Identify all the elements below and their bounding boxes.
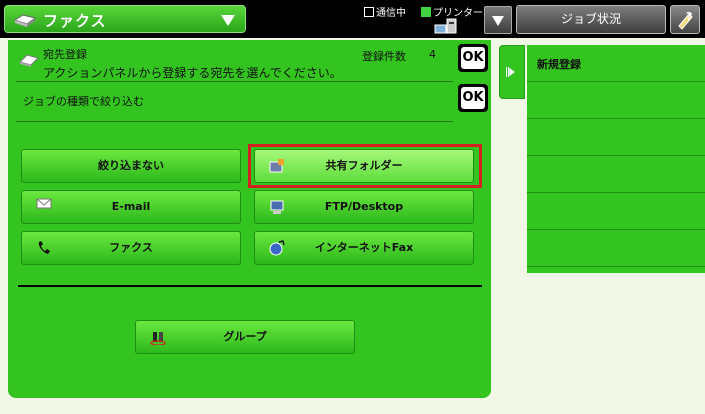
status-comm-label: 通信中: [376, 8, 406, 19]
filter-email-button[interactable]: E-mail: [21, 190, 241, 224]
ok-label: OK: [461, 47, 485, 69]
internet-fax-icon: [269, 240, 285, 256]
checkbox-icon: [364, 7, 374, 17]
address-book-icon: [19, 54, 39, 67]
action-item[interactable]: [527, 82, 705, 119]
divider: [16, 121, 453, 122]
status-comm: 通信中: [364, 4, 406, 19]
mode-select[interactable]: ファクス: [4, 5, 246, 33]
envelope-icon: [36, 198, 52, 209]
count-value: 4: [429, 48, 436, 61]
group-label: グループ: [223, 330, 267, 343]
instruction-text: アクションパネルから登録する宛先を選んでください。: [43, 66, 342, 80]
filter-internet-fax-button[interactable]: インターネットFax: [254, 231, 474, 265]
action-item[interactable]: [527, 230, 705, 267]
collapse-bar: [506, 67, 507, 77]
action-item[interactable]: [527, 156, 705, 193]
filter-internet-fax-label: インターネットFax: [314, 241, 414, 254]
group-icon: [150, 332, 166, 345]
help-button[interactable]: ?: [670, 5, 700, 34]
action-item-label: 新規登録: [537, 58, 581, 71]
svg-text:?: ?: [686, 10, 692, 23]
action-panel-toggle[interactable]: [499, 45, 525, 99]
count-label: 登録件数: [362, 50, 406, 63]
chevron-right-icon: [508, 67, 515, 77]
filter-email-label: E-mail: [111, 200, 151, 213]
phone-icon: [38, 241, 50, 254]
help-icon: ?: [678, 10, 693, 30]
filter-ftp-desktop-label: FTP/Desktop: [324, 200, 404, 213]
filter-ftp-desktop-button[interactable]: FTP/Desktop: [254, 190, 474, 224]
job-status-button[interactable]: ジョブ状況: [516, 5, 666, 34]
chevron-down-icon: [221, 15, 235, 26]
divider: [18, 285, 482, 287]
group-button[interactable]: グループ: [135, 320, 355, 354]
filter-none-button[interactable]: 絞り込まない: [21, 149, 241, 183]
filter-shared-folder-label: 共有フォルダー: [325, 159, 403, 172]
checkbox-checked-icon: [421, 7, 431, 17]
section-title: 宛先登録: [43, 48, 87, 61]
ok-label: OK: [461, 87, 485, 109]
ok-button-filter[interactable]: OK: [458, 84, 488, 112]
status-dropdown-button[interactable]: [484, 6, 512, 34]
action-panel: 新規登録: [527, 45, 705, 273]
shared-folder-icon: [269, 159, 284, 173]
filter-none-label: 絞り込まない: [98, 159, 164, 172]
filter-fax-button[interactable]: ファクス: [21, 231, 241, 265]
action-item[interactable]: [527, 193, 705, 230]
mode-label: ファクス: [43, 12, 107, 30]
ftp-desktop-icon: [270, 200, 284, 214]
filter-title: ジョブの種類で絞り込む: [23, 95, 144, 108]
ok-button-register[interactable]: OK: [458, 44, 488, 72]
action-item[interactable]: [527, 119, 705, 156]
filter-shared-folder-button[interactable]: 共有フォルダー: [254, 149, 474, 183]
fax-icon: [13, 14, 37, 27]
filter-fax-label: ファクス: [109, 241, 153, 254]
chevron-down-icon: [492, 16, 504, 26]
action-item-new-register[interactable]: 新規登録: [527, 45, 705, 82]
printer-icon: [434, 18, 457, 34]
divider: [16, 81, 453, 82]
